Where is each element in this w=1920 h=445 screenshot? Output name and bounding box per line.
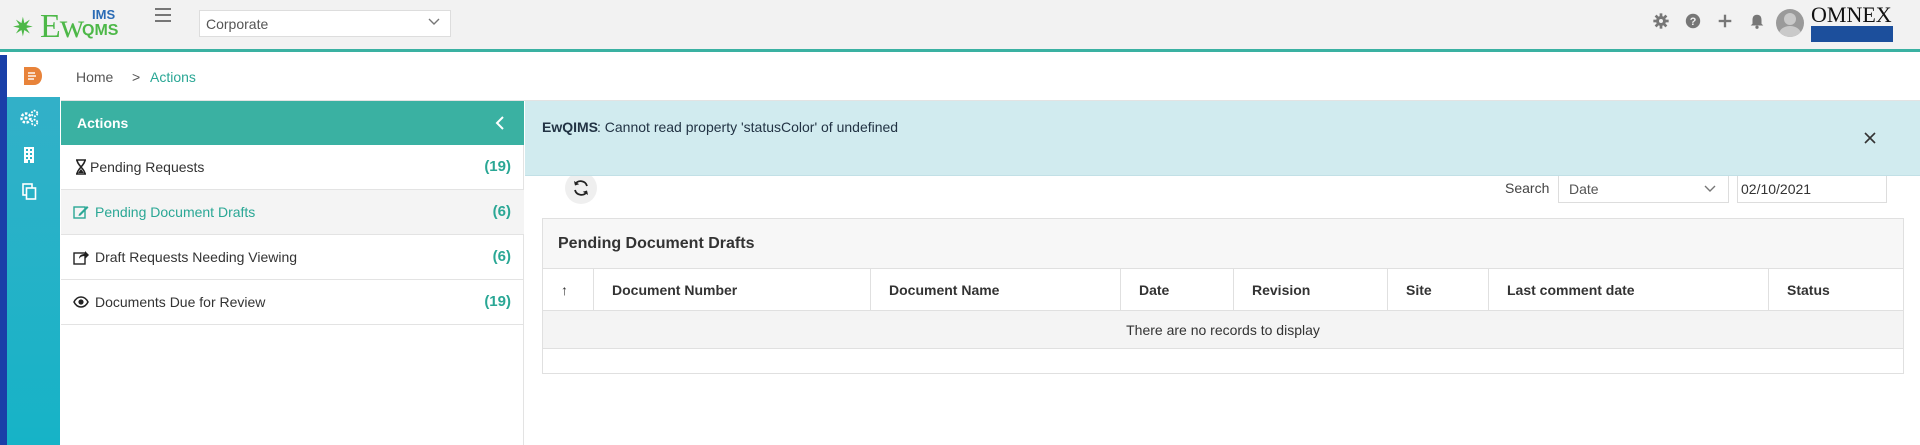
chevron-down-icon [428, 18, 440, 25]
actions-panel-header: Actions [61, 101, 524, 145]
action-item-documents-due-for-review[interactable]: Documents Due for Review (19) [61, 280, 524, 325]
search-label: Search [1505, 180, 1550, 196]
document-icon [24, 67, 42, 85]
column-header-revision[interactable]: Revision [1234, 269, 1388, 311]
hourglass-icon [76, 159, 86, 175]
chevron-down-icon [1704, 185, 1716, 192]
action-item-pending-requests[interactable]: Pending Requests (19) [61, 145, 524, 190]
site-select[interactable]: Corporate [199, 10, 451, 37]
svg-text:?: ? [1690, 16, 1697, 28]
omnex-brand: OMNEX [1811, 2, 1892, 27]
alert-message: : Cannot read property 'statusColor' of … [597, 119, 899, 135]
error-alert: EwQIMS : Cannot read property 'statusCol… [525, 101, 1920, 176]
edit-icon [73, 206, 89, 219]
action-item-count: (19) [484, 293, 511, 310]
breadcrumb-home[interactable]: Home [76, 69, 113, 85]
refresh-icon [574, 180, 588, 196]
settings-gears-icon[interactable] [19, 109, 39, 127]
close-icon[interactable] [1864, 132, 1876, 144]
site-select-value: Corporate [206, 16, 269, 32]
building-icon[interactable] [19, 146, 39, 164]
top-bar: ✷ Ew IMS QMS Corporate ? OMNEX [0, 0, 1920, 52]
column-header-document-number[interactable]: Document Number [594, 269, 871, 311]
column-header-document-name[interactable]: Document Name [871, 269, 1121, 311]
action-item-label: Draft Requests Needing Viewing [95, 249, 298, 265]
alert-title: EwQIMS [542, 119, 599, 135]
grid-header: ↑ Document Number Document Name Date Rev… [543, 269, 1903, 311]
bell-icon[interactable] [1748, 12, 1766, 30]
action-item-label: Pending Document Drafts [95, 204, 256, 220]
pending-drafts-grid: Pending Document Drafts ↑ Document Numbe… [542, 218, 1904, 374]
action-item-pending-document-drafts[interactable]: Pending Document Drafts (6) [61, 190, 524, 235]
search-date-input[interactable]: 02/10/2021 [1737, 174, 1887, 203]
left-rail-edge [0, 55, 7, 445]
column-header-status[interactable]: Status [1769, 269, 1903, 311]
column-header-site[interactable]: Site [1388, 269, 1489, 311]
gear-icon[interactable] [1652, 12, 1670, 30]
user-avatar[interactable] [1776, 9, 1804, 37]
chevron-left-icon[interactable] [494, 116, 506, 130]
logo-ims: IMS [92, 7, 116, 22]
action-item-label: Documents Due for Review [95, 294, 266, 310]
column-header-date[interactable]: Date [1121, 269, 1234, 311]
breadcrumb-current: Actions [150, 69, 196, 85]
refresh-button[interactable] [565, 172, 597, 204]
copy-icon[interactable] [19, 183, 39, 201]
eye-icon [73, 296, 89, 308]
rail-item-documents[interactable] [7, 55, 60, 97]
breadcrumb-separator: > [132, 69, 141, 85]
action-item-label: Pending Requests [90, 159, 205, 175]
flower-logo-icon: ✷ [12, 12, 34, 42]
actions-panel-title: Actions [77, 115, 129, 131]
plus-icon[interactable] [1716, 12, 1734, 30]
column-header-sort[interactable]: ↑ [543, 269, 594, 311]
help-icon[interactable]: ? [1684, 12, 1702, 30]
logo-qms: QMS [82, 22, 119, 39]
action-item-draft-requests-needing-viewing[interactable]: Draft Requests Needing Viewing (6) [61, 235, 524, 280]
action-item-count: (19) [484, 158, 511, 175]
search-field-select[interactable]: Date [1558, 173, 1729, 203]
hamburger-menu-icon[interactable] [155, 8, 171, 22]
action-item-count: (6) [492, 203, 511, 220]
search-field-value: Date [1569, 181, 1599, 197]
ewqims-logo[interactable]: ✷ Ew IMS QMS [12, 6, 122, 44]
omnex-logo: OMNEX [1811, 2, 1893, 42]
action-item-count: (6) [492, 248, 511, 265]
logo-ew: Ew [40, 8, 84, 45]
breadcrumb: Home > Actions [61, 55, 1920, 101]
column-header-last-comment-date[interactable]: Last comment date [1489, 269, 1769, 311]
grid-title: Pending Document Drafts [543, 219, 1903, 269]
grid-empty-message: There are no records to display [543, 311, 1903, 349]
share-icon [73, 251, 89, 265]
actions-panel: Actions Pending Requests (19) Pending Do… [61, 101, 524, 445]
